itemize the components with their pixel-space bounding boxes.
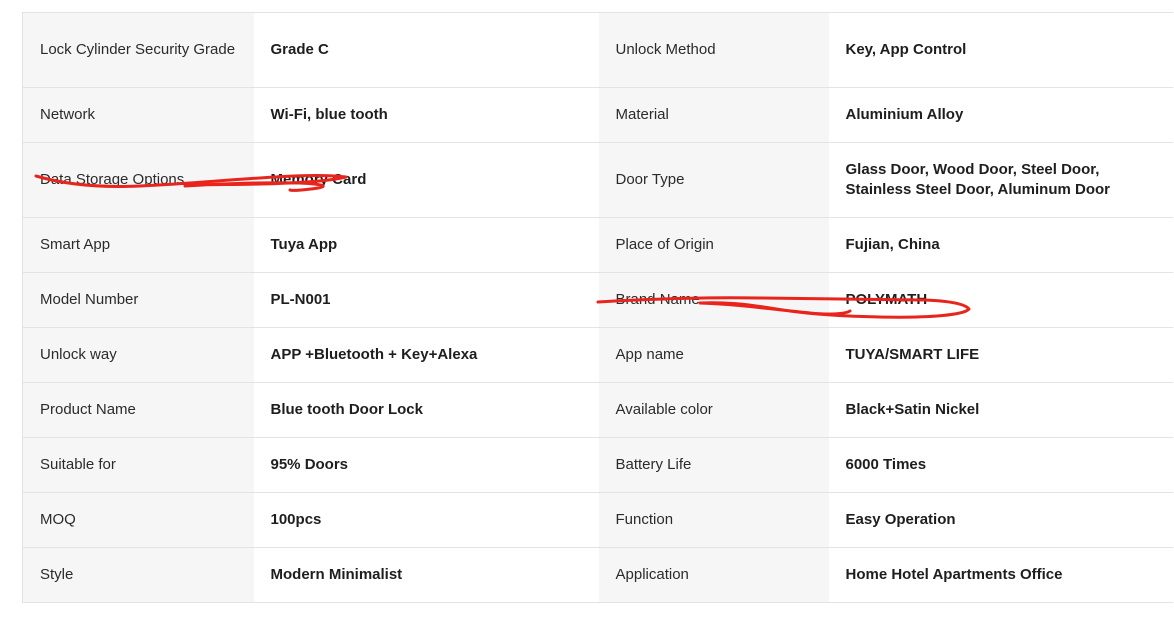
spec-value-text: Grade C [270, 41, 329, 58]
table-row: Network Wi-Fi, blue tooth Material Alumi… [22, 87, 1173, 143]
spec-value: 95% Doors [253, 437, 599, 493]
spec-value: Black+Satin Nickel [828, 382, 1173, 438]
spec-label-text: Place of Origin [615, 236, 714, 253]
spec-label: Brand Name [598, 272, 829, 328]
spec-value-text: Home Hotel Apartments Office [845, 566, 1063, 583]
spec-value: POLYMATH [828, 272, 1173, 328]
spec-label: Data Storage Options [22, 142, 254, 218]
spec-value: Fujian, China [828, 217, 1173, 273]
spec-value-text: Easy Operation [845, 511, 956, 528]
spec-label-text: Lock Cylinder Security Grade [40, 41, 236, 58]
spec-label-text: Smart App [40, 236, 111, 253]
spec-label: Place of Origin [598, 217, 829, 273]
spec-label: Lock Cylinder Security Grade [22, 12, 254, 88]
table-row: Product Name Blue tooth Door Lock Availa… [22, 382, 1173, 438]
spec-label-text: Battery Life [615, 456, 692, 473]
spec-label: Available color [598, 382, 829, 438]
table-row: Lock Cylinder Security Grade Grade C Unl… [22, 12, 1173, 88]
spec-label: App name [598, 327, 829, 383]
spec-value-text: Key, App Control [845, 41, 967, 58]
spec-value: Key, App Control [828, 12, 1173, 88]
spec-value: Wi-Fi, blue tooth [253, 87, 599, 143]
spec-label-text: Data Storage Options [40, 171, 185, 188]
spec-label-text: Suitable for [40, 456, 116, 473]
table-row: Smart App Tuya App Place of Origin Fujia… [22, 217, 1173, 273]
spec-value-text: 6000 Times [845, 456, 927, 473]
spec-label: Unlock Method [598, 12, 829, 88]
spec-value-text: PL-N001 [270, 291, 331, 308]
spec-label-text: Brand Name [615, 291, 700, 308]
spec-value: 100pcs [253, 492, 599, 548]
spec-label-text: Material [615, 106, 669, 123]
spec-value: Aluminium Alloy [828, 87, 1173, 143]
spec-value: Tuya App [253, 217, 599, 273]
spec-value-text: POLYMATH [845, 291, 928, 308]
spec-label-text: Unlock way [40, 346, 117, 363]
spec-value-text: Wi-Fi, blue tooth [270, 106, 388, 123]
spec-value-text: Modern Minimalist [270, 566, 403, 583]
spec-label: Model Number [22, 272, 254, 328]
spec-label: Material [598, 87, 829, 143]
spec-label: Unlock way [22, 327, 254, 383]
spec-value: Home Hotel Apartments Office [828, 547, 1173, 603]
spec-value-text: TUYA/SMART LIFE [845, 346, 980, 363]
spec-value-text: 100pcs [270, 511, 322, 528]
spec-label-text: Product Name [40, 401, 136, 418]
spec-label-text: App name [615, 346, 684, 363]
spec-value: PL-N001 [253, 272, 599, 328]
spec-value-text: 95% Doors [270, 456, 349, 473]
spec-value-text: Memory Card [270, 171, 367, 188]
spec-value: APP +Bluetooth + Key+Alexa [253, 327, 599, 383]
spec-label: Suitable for [22, 437, 254, 493]
spec-label-text: Model Number [40, 291, 139, 308]
spec-label: Smart App [22, 217, 254, 273]
product-spec-table: Lock Cylinder Security Grade Grade C Unl… [22, 12, 1173, 603]
spec-label: Battery Life [598, 437, 829, 493]
table-row: Data Storage Options Memory Card Door Ty… [22, 142, 1173, 218]
spec-value-text: Tuya App [270, 236, 338, 253]
spec-label-text: Function [615, 511, 674, 528]
spec-label: Application [598, 547, 829, 603]
spec-label: Door Type [598, 142, 829, 218]
spec-value: Grade C [253, 12, 599, 88]
spec-value: TUYA/SMART LIFE [828, 327, 1173, 383]
table-row: MOQ 100pcs Function Easy Operation [22, 492, 1173, 548]
spec-label: Style [22, 547, 254, 603]
spec-label-text: Application [615, 566, 689, 583]
spec-value-text: Black+Satin Nickel [845, 401, 980, 418]
table-row: Model Number PL-N001 Brand Name POLYMATH [22, 272, 1173, 328]
table-row: Style Modern Minimalist Application Home… [22, 547, 1173, 603]
spec-value-text: Fujian, China [845, 236, 940, 253]
spec-label-text: Network [40, 106, 96, 123]
spec-value: 6000 Times [828, 437, 1173, 493]
spec-value: Memory Card [253, 142, 599, 218]
spec-label: MOQ [22, 492, 254, 548]
spec-label-text: Unlock Method [615, 41, 716, 58]
spec-value: Glass Door, Wood Door, Steel Door, Stain… [828, 142, 1173, 218]
spec-label: Product Name [22, 382, 254, 438]
spec-value-text: APP +Bluetooth + Key+Alexa [270, 346, 478, 363]
spec-label-text: Style [40, 566, 74, 583]
spec-label-text: MOQ [40, 511, 76, 528]
spec-value-text: Aluminium Alloy [845, 106, 964, 123]
spec-value: Easy Operation [828, 492, 1173, 548]
spec-label-text: Door Type [615, 171, 685, 188]
spec-value: Blue tooth Door Lock [253, 382, 599, 438]
spec-value-text: Glass Door, Wood Door, Steel Door, Stain… [845, 161, 1111, 198]
spec-value-text: Blue tooth Door Lock [270, 401, 424, 418]
spec-label: Network [22, 87, 254, 143]
table-row: Suitable for 95% Doors Battery Life 6000… [22, 437, 1173, 493]
table-row: Unlock way APP +Bluetooth + Key+Alexa Ap… [22, 327, 1173, 383]
spec-label-text: Available color [615, 401, 713, 418]
spec-label: Function [598, 492, 829, 548]
spec-value: Modern Minimalist [253, 547, 599, 603]
specification-panel: Lock Cylinder Security Grade Grade C Unl… [22, 12, 1173, 603]
